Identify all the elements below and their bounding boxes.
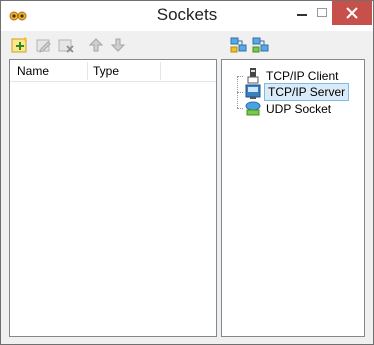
move-up-icon [88,38,104,52]
tcp-server-icon [244,83,262,101]
move-down-button[interactable] [109,36,127,54]
tree-connector [237,76,243,77]
close-button[interactable] [332,1,372,25]
remove-network-icon [252,37,269,53]
add-network-button[interactable] [230,36,248,54]
socket-list[interactable]: Name Type [9,59,217,337]
delete-socket-button[interactable] [57,36,75,54]
list-toolbar [11,36,211,56]
tree-toolbar [230,36,290,56]
list-header: Name Type [10,60,216,82]
edit-socket-icon [36,39,51,53]
tree-connector [237,92,243,93]
maximize-icon [317,8,327,17]
new-socket-button[interactable] [11,36,29,54]
minimize-icon [297,14,307,16]
column-header-name[interactable]: Name [17,64,49,78]
close-icon [346,7,358,19]
column-divider[interactable] [160,62,161,80]
new-socket-icon [11,37,27,53]
socket-type-tree[interactable]: TCP/IP Client TCP/IP Server UDP Socket [221,59,365,337]
tree-item-tcp-server[interactable]: TCP/IP Server [244,83,364,101]
tree-item-label: UDP Socket [266,102,332,116]
delete-socket-icon [58,39,74,53]
tree-item-udp-socket[interactable]: UDP Socket [244,100,364,118]
tree-connector [237,108,243,109]
add-network-icon [230,37,247,53]
move-up-button[interactable] [87,36,105,54]
remove-network-button[interactable] [252,36,270,54]
column-divider[interactable] [87,62,88,80]
column-header-type[interactable]: Type [93,64,119,78]
tree-item-label: TCP/IP Server [264,83,350,101]
udp-socket-icon [244,100,262,118]
title-bar[interactable]: Sockets [1,1,373,31]
sockets-window: Sockets Name Type TCP/IP Client TCP/IP S… [0,0,374,345]
minimize-button[interactable] [288,1,316,25]
tree-item-label: TCP/IP Client [266,69,339,83]
move-down-icon [110,38,126,52]
edit-socket-button[interactable] [35,36,53,54]
